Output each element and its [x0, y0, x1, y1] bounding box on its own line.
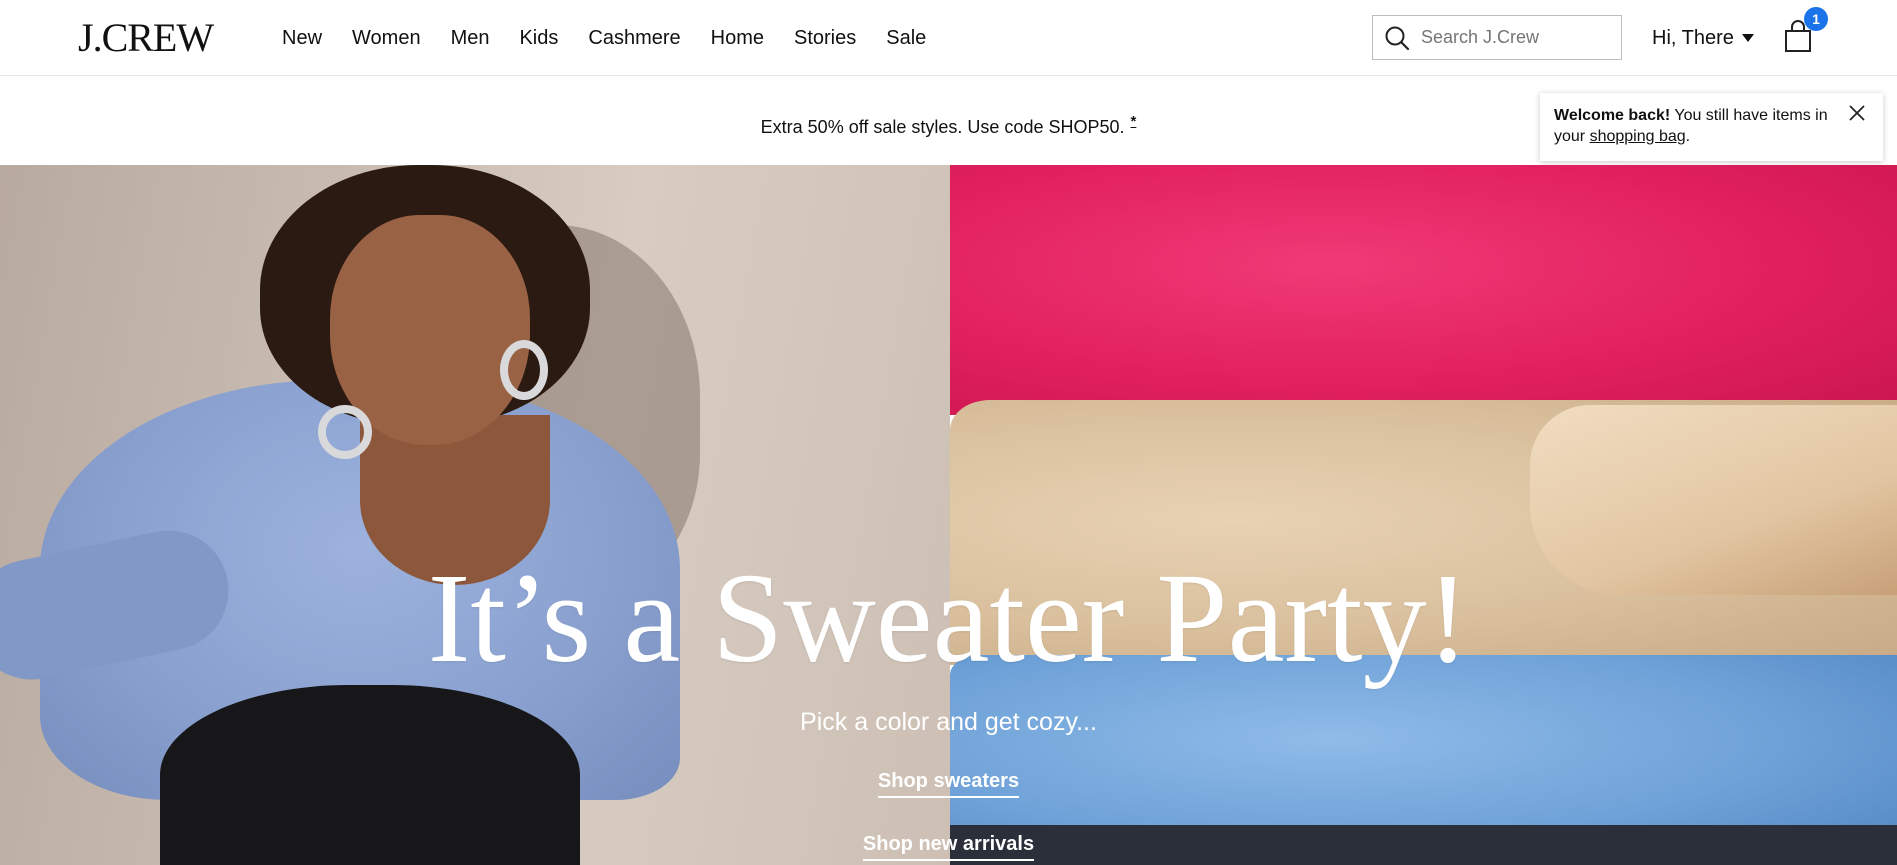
site-header: J.CREW New Women Men Kids Cashmere Home … — [0, 0, 1897, 76]
promo-details-link[interactable]: * — [1131, 113, 1137, 130]
toast-period: . — [1685, 128, 1691, 145]
toast-heading: Welcome back! — [1554, 107, 1671, 124]
shop-new-arrivals-link[interactable]: Shop new arrivals — [862, 833, 1035, 861]
main-nav: New Women Men Kids Cashmere Home Stories… — [282, 24, 956, 52]
account-greeting: Hi, There — [1652, 27, 1734, 49]
search-icon[interactable] — [1383, 24, 1411, 52]
search-input[interactable] — [1421, 27, 1616, 48]
hero-cta-primary-wrap: Shop sweaters — [0, 770, 1897, 798]
nav-item-women[interactable]: Women — [352, 24, 421, 52]
shop-sweaters-link[interactable]: Shop sweaters — [877, 770, 1020, 798]
hero-subtitle: Pick a color and get cozy... — [800, 708, 1097, 736]
close-icon[interactable] — [1847, 103, 1867, 123]
nav-item-new[interactable]: New — [282, 24, 322, 52]
chevron-down-icon — [1741, 34, 1754, 42]
nav-item-kids[interactable]: Kids — [519, 24, 558, 52]
nav-item-sale[interactable]: Sale — [886, 24, 926, 52]
earring-right — [500, 340, 548, 400]
hero-model-photo — [0, 165, 950, 865]
nav-item-home[interactable]: Home — [711, 24, 764, 52]
pink-sweater-fabric — [950, 165, 1897, 415]
bag-count-badge: 1 — [1804, 7, 1828, 31]
promo-message: Extra 50% off sale styles. Use code SHOP… — [760, 117, 1125, 137]
nav-item-men[interactable]: Men — [451, 24, 490, 52]
shopping-bag-link[interactable]: shopping bag — [1590, 128, 1686, 145]
hero-sweater-stack-photo — [950, 165, 1897, 865]
jcrew-logo[interactable]: J.CREW — [78, 14, 214, 62]
hero-banner[interactable]: It’s a Sweater Party! Pick a color and g… — [0, 165, 1897, 865]
account-menu[interactable]: Hi, There — [1652, 24, 1754, 52]
earring-left — [318, 405, 372, 459]
hero-title: It’s a Sweater Party! — [427, 547, 1470, 689]
welcome-back-toast: Welcome back! You still have items in yo… — [1540, 93, 1883, 161]
nav-item-cashmere[interactable]: Cashmere — [588, 24, 680, 52]
nav-item-stories[interactable]: Stories — [794, 24, 856, 52]
search-box[interactable] — [1372, 15, 1622, 60]
hero-cta-secondary-wrap: Shop new arrivals — [0, 833, 1897, 861]
